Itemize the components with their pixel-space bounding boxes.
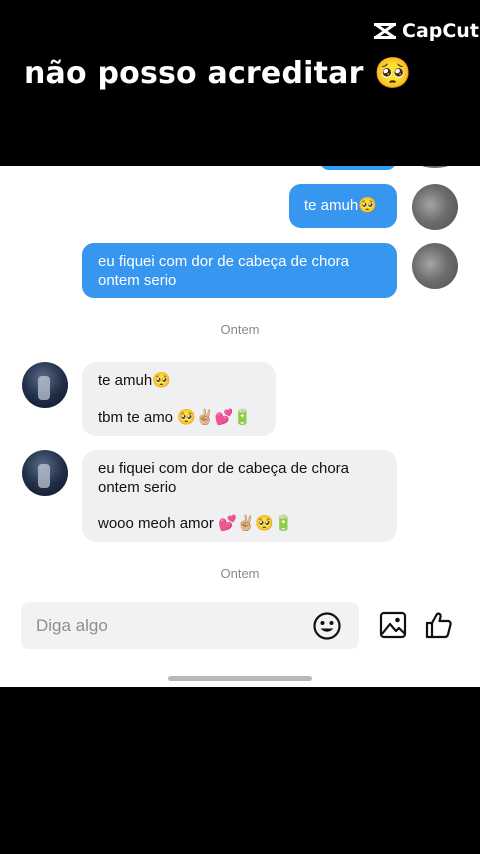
image-icon[interactable] [379,611,407,639]
avatar[interactable] [412,166,458,168]
message-bubble-outgoing[interactable]: eu fiquei com dor de cabeça de chora ont… [82,243,397,298]
avatar[interactable] [22,362,68,408]
message-text: te amuh🥺 [98,372,171,389]
message-text: wooo meoh amor 💕✌🏼🥺🔋 [98,515,293,532]
capcut-logo-icon [374,22,396,40]
capcut-watermark: CapCut [373,20,479,42]
message-text: eu fiquei com dor de cabeça de chora [98,460,349,477]
message-text: ontem serio [98,272,177,289]
smiley-icon[interactable] [312,611,342,641]
message-text: ontem serio [98,479,177,496]
overlay-caption: não posso acreditar 🥺 [24,56,412,91]
avatar[interactable] [22,450,68,496]
avatar[interactable] [412,184,458,230]
message-bubble-partial[interactable] [320,166,396,170]
message-text: te amuh🥺 [304,197,377,214]
timestamp: Ontem [220,322,260,337]
home-indicator[interactable] [168,676,312,681]
avatar[interactable] [412,243,458,289]
message-input[interactable]: Diga algo [21,602,359,649]
chat-screen: te amuh🥺 eu fiquei com dor de cabeça de … [0,166,480,687]
watermark-text: CapCut [402,20,479,42]
message-bubble-incoming[interactable]: te amuh🥺 tbm te amo 🥺✌🏼💕🔋 [82,362,276,436]
timestamp: Ontem [220,566,260,581]
message-input-placeholder: Diga algo [36,616,108,635]
thumbs-up-icon[interactable] [424,610,454,640]
message-bubble-outgoing[interactable]: te amuh🥺 [289,184,397,228]
message-text: eu fiquei com dor de cabeça de chora [98,253,349,270]
message-text: tbm te amo 🥺✌🏼💕🔋 [98,409,252,426]
message-bubble-incoming[interactable]: eu fiquei com dor de cabeça de chora ont… [82,450,397,542]
